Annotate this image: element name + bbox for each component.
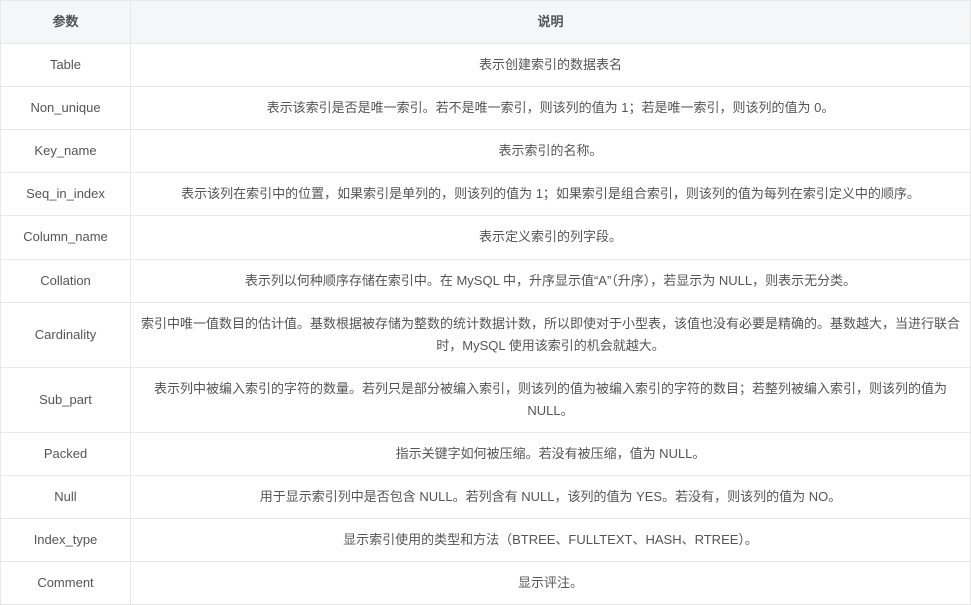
desc-cell: 表示定义索引的列字段。	[131, 216, 971, 259]
desc-cell: 用于显示索引列中是否包含 NULL。若列含有 NULL，该列的值为 YES。若没…	[131, 476, 971, 519]
param-cell: Column_name	[1, 216, 131, 259]
desc-cell: 表示该列在索引中的位置，如果索引是单列的，则该列的值为 1；如果索引是组合索引，…	[131, 173, 971, 216]
desc-cell: 表示索引的名称。	[131, 130, 971, 173]
table-row: Cardinality索引中唯一值数目的估计值。基数根据被存储为整数的统计数据计…	[1, 302, 971, 367]
desc-cell: 显示评注。	[131, 562, 971, 605]
table-row: Table表示创建索引的数据表名	[1, 44, 971, 87]
param-cell: Cardinality	[1, 302, 131, 367]
header-param: 参数	[1, 1, 131, 44]
table-row: Seq_in_index表示该列在索引中的位置，如果索引是单列的，则该列的值为 …	[1, 173, 971, 216]
table-row: Sub_part表示列中被编入索引的字符的数量。若列只是部分被编入索引，则该列的…	[1, 367, 971, 432]
table-row: Packed指示关键字如何被压缩。若没有被压缩，值为 NULL。	[1, 433, 971, 476]
param-cell: Comment	[1, 562, 131, 605]
desc-cell: 表示列以何种顺序存储在索引中。在 MySQL 中，升序显示值“A”（升序），若显…	[131, 259, 971, 302]
header-desc: 说明	[131, 1, 971, 44]
table-row: Comment显示评注。	[1, 562, 971, 605]
desc-cell: 表示创建索引的数据表名	[131, 44, 971, 87]
table-body: Table表示创建索引的数据表名 Non_unique表示该索引是否是唯一索引。…	[1, 44, 971, 605]
params-table: 参数 说明 Table表示创建索引的数据表名 Non_unique表示该索引是否…	[0, 0, 971, 605]
desc-cell: 表示列中被编入索引的字符的数量。若列只是部分被编入索引，则该列的值为被编入索引的…	[131, 367, 971, 432]
table-row: Non_unique表示该索引是否是唯一索引。若不是唯一索引，则该列的值为 1；…	[1, 87, 971, 130]
param-cell: Packed	[1, 433, 131, 476]
table-row: Key_name表示索引的名称。	[1, 130, 971, 173]
param-cell: Collation	[1, 259, 131, 302]
param-cell: Index_type	[1, 519, 131, 562]
params-table-container: 参数 说明 Table表示创建索引的数据表名 Non_unique表示该索引是否…	[0, 0, 971, 605]
table-row: Null用于显示索引列中是否包含 NULL。若列含有 NULL，该列的值为 YE…	[1, 476, 971, 519]
desc-cell: 表示该索引是否是唯一索引。若不是唯一索引，则该列的值为 1；若是唯一索引，则该列…	[131, 87, 971, 130]
param-cell: Table	[1, 44, 131, 87]
param-cell: Non_unique	[1, 87, 131, 130]
desc-cell: 指示关键字如何被压缩。若没有被压缩，值为 NULL。	[131, 433, 971, 476]
param-cell: Null	[1, 476, 131, 519]
table-row: Column_name表示定义索引的列字段。	[1, 216, 971, 259]
table-row: Index_type显示索引使用的类型和方法（BTREE、FULLTEXT、HA…	[1, 519, 971, 562]
param-cell: Sub_part	[1, 367, 131, 432]
desc-cell: 索引中唯一值数目的估计值。基数根据被存储为整数的统计数据计数，所以即使对于小型表…	[131, 302, 971, 367]
param-cell: Key_name	[1, 130, 131, 173]
table-header-row: 参数 说明	[1, 1, 971, 44]
desc-cell: 显示索引使用的类型和方法（BTREE、FULLTEXT、HASH、RTREE）。	[131, 519, 971, 562]
param-cell: Seq_in_index	[1, 173, 131, 216]
table-row: Collation表示列以何种顺序存储在索引中。在 MySQL 中，升序显示值“…	[1, 259, 971, 302]
